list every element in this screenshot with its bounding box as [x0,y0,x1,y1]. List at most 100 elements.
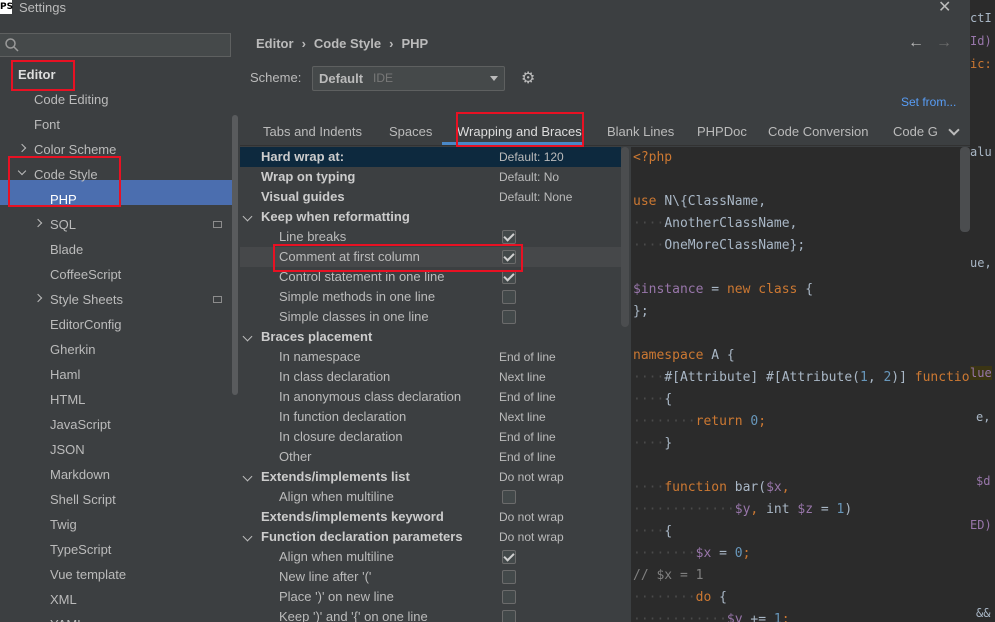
option-value[interactable]: End of line [499,427,556,447]
close-icon[interactable]: ✕ [938,0,951,16]
tab-code-g[interactable]: Code G [893,124,938,139]
option-value[interactable]: Next line [499,407,546,427]
back-arrow-icon[interactable]: ← [908,34,924,52]
option-row-control-statement-in-one-line[interactable]: Control statement in one line [240,267,621,287]
option-row-align-when-multiline[interactable]: Align when multiline [240,547,621,567]
code-token: // $x = 1 [633,568,704,583]
sidebar-item-php[interactable]: PHP [50,187,77,212]
tab-code-conversion[interactable]: Code Conversion [768,124,868,139]
sidebar-item-coffeescript[interactable]: CoffeeScript [50,262,121,287]
tab-spaces[interactable]: Spaces [389,124,432,139]
scheme-dropdown[interactable]: Default IDE [312,66,505,91]
breadcrumb-code-style[interactable]: Code Style [314,36,381,51]
checkbox-unchecked[interactable] [502,570,516,584]
sidebar-item-style-sheets[interactable]: Style Sheets [33,287,123,312]
chevron-right-icon[interactable] [33,218,43,228]
option-row-extends-implements-list[interactable]: Extends/implements list Do not wrap [240,467,621,487]
option-row-keep-and-on-one-line[interactable]: Keep ')' and '{' on one line [240,607,621,622]
sidebar-item-code-editing[interactable]: Code Editing [34,87,108,112]
sidebar-item-haml[interactable]: Haml [50,362,80,387]
option-row-new-line-after[interactable]: New line after '(' [240,567,621,587]
sidebar-item-sql[interactable]: SQL [33,212,76,237]
option-row-in-class-declaration[interactable]: In class declaration Next line [240,367,621,387]
option-row-in-anonymous-class-declaration[interactable]: In anonymous class declaration End of lin… [240,387,621,407]
sidebar-item-typescript[interactable]: TypeScript [50,537,111,562]
option-row-hard-wrap-at[interactable]: Hard wrap at: Default: 120 [240,147,621,167]
option-value[interactable]: Next line [499,367,546,387]
sidebar-scrollbar[interactable] [232,115,238,395]
sidebar-item-markdown[interactable]: Markdown [50,462,110,487]
chevron-down-icon[interactable] [17,166,27,176]
chevron-down-icon[interactable] [242,531,253,542]
option-value[interactable]: Default: 120 [499,147,564,167]
checkbox-unchecked[interactable] [502,490,516,504]
chevron-down-icon[interactable] [242,331,253,342]
search-input[interactable] [0,33,231,57]
option-row-align-when-multiline[interactable]: Align when multiline [240,487,621,507]
sidebar-item-editorconfig[interactable]: EditorConfig [50,312,122,337]
checkbox-checked[interactable] [502,550,516,564]
options-scrollbar[interactable] [621,147,629,327]
checkbox-unchecked[interactable] [502,290,516,304]
forward-arrow-icon[interactable]: → [936,34,952,52]
sidebar-item-twig[interactable]: Twig [50,512,77,537]
sidebar-item-color-scheme[interactable]: Color Scheme [17,137,116,162]
chevron-down-icon[interactable] [948,124,960,136]
chevron-right-icon[interactable] [17,143,27,153]
option-row-line-breaks[interactable]: Line breaks [240,227,621,247]
option-row-in-closure-declaration[interactable]: In closure declaration End of line [240,427,621,447]
sidebar-item-json[interactable]: JSON [50,437,85,462]
option-value[interactable]: Do not wrap [499,507,564,527]
chevron-down-icon[interactable] [242,471,253,482]
sidebar-item-vue-template[interactable]: Vue template [50,562,126,587]
code-preview-scrollbar[interactable] [960,147,970,232]
tab-phpdoc[interactable]: PHPDoc [697,124,747,139]
sidebar-item-javascript[interactable]: JavaScript [50,412,111,437]
sidebar-item-shell-script[interactable]: Shell Script [50,487,116,512]
sidebar-item-editor[interactable]: Editor [18,62,56,87]
option-row-braces-placement[interactable]: Braces placement [240,327,621,347]
checkbox-unchecked[interactable] [502,310,516,324]
option-row-simple-classes-in-one-line[interactable]: Simple classes in one line [240,307,621,327]
sidebar-item-blade[interactable]: Blade [50,237,83,262]
option-row-visual-guides[interactable]: Visual guides Default: None [240,187,621,207]
option-row-comment-at-first-column[interactable]: Comment at first column [240,247,621,267]
option-value[interactable]: End of line [499,387,556,407]
chevron-right-icon[interactable] [33,293,43,303]
set-from-link[interactable]: Set from... [901,95,956,109]
sidebar-item-html[interactable]: HTML [50,387,85,412]
code-line: ····{ [633,389,672,411]
tab-tabs-and-indents[interactable]: Tabs and Indents [263,124,362,139]
checkbox-unchecked[interactable] [502,610,516,622]
tab-blank-lines[interactable]: Blank Lines [607,124,674,139]
tab-bar: Tabs and Indents Spaces Wrapping and Brace… [240,116,970,146]
checkbox-checked[interactable] [502,250,516,264]
sidebar-item-code-style[interactable]: Code Style [17,162,98,187]
gear-icon[interactable]: ⚙ [521,71,535,87]
sidebar-item-gherkin[interactable]: Gherkin [50,337,96,362]
option-value[interactable]: End of line [499,447,556,467]
option-value[interactable]: End of line [499,347,556,367]
option-row-simple-methods-in-one-line[interactable]: Simple methods in one line [240,287,621,307]
option-row-in-namespace[interactable]: In namespace End of line [240,347,621,367]
checkbox-unchecked[interactable] [502,590,516,604]
option-value[interactable]: Do not wrap [499,467,564,487]
option-row-wrap-on-typing[interactable]: Wrap on typing Default: No [240,167,621,187]
sidebar-item-font[interactable]: Font [34,112,60,137]
option-row-place-on-new-line[interactable]: Place ')' on new line [240,587,621,607]
option-row-keep-when-reformatting[interactable]: Keep when reformatting [240,207,621,227]
option-row-function-declaration-parameters[interactable]: Function declaration parameters Do not wr… [240,527,621,547]
option-value[interactable]: Do not wrap [499,527,564,547]
tab-wrapping-and-braces[interactable]: Wrapping and Braces [457,124,582,139]
breadcrumb-editor[interactable]: Editor [256,36,294,51]
option-row-extends-implements-keyword[interactable]: Extends/implements keyword Do not wrap [240,507,621,527]
option-row-in-function-declaration[interactable]: In function declaration Next line [240,407,621,427]
option-row-other[interactable]: Other End of line [240,447,621,467]
chevron-down-icon[interactable] [242,211,253,222]
sidebar-item-xml[interactable]: XML [50,587,77,612]
option-value[interactable]: Default: None [499,187,572,207]
checkbox-checked[interactable] [502,270,516,284]
sidebar-item-yaml[interactable]: YAML [50,612,84,622]
option-value[interactable]: Default: No [499,167,559,187]
checkbox-checked[interactable] [502,230,516,244]
